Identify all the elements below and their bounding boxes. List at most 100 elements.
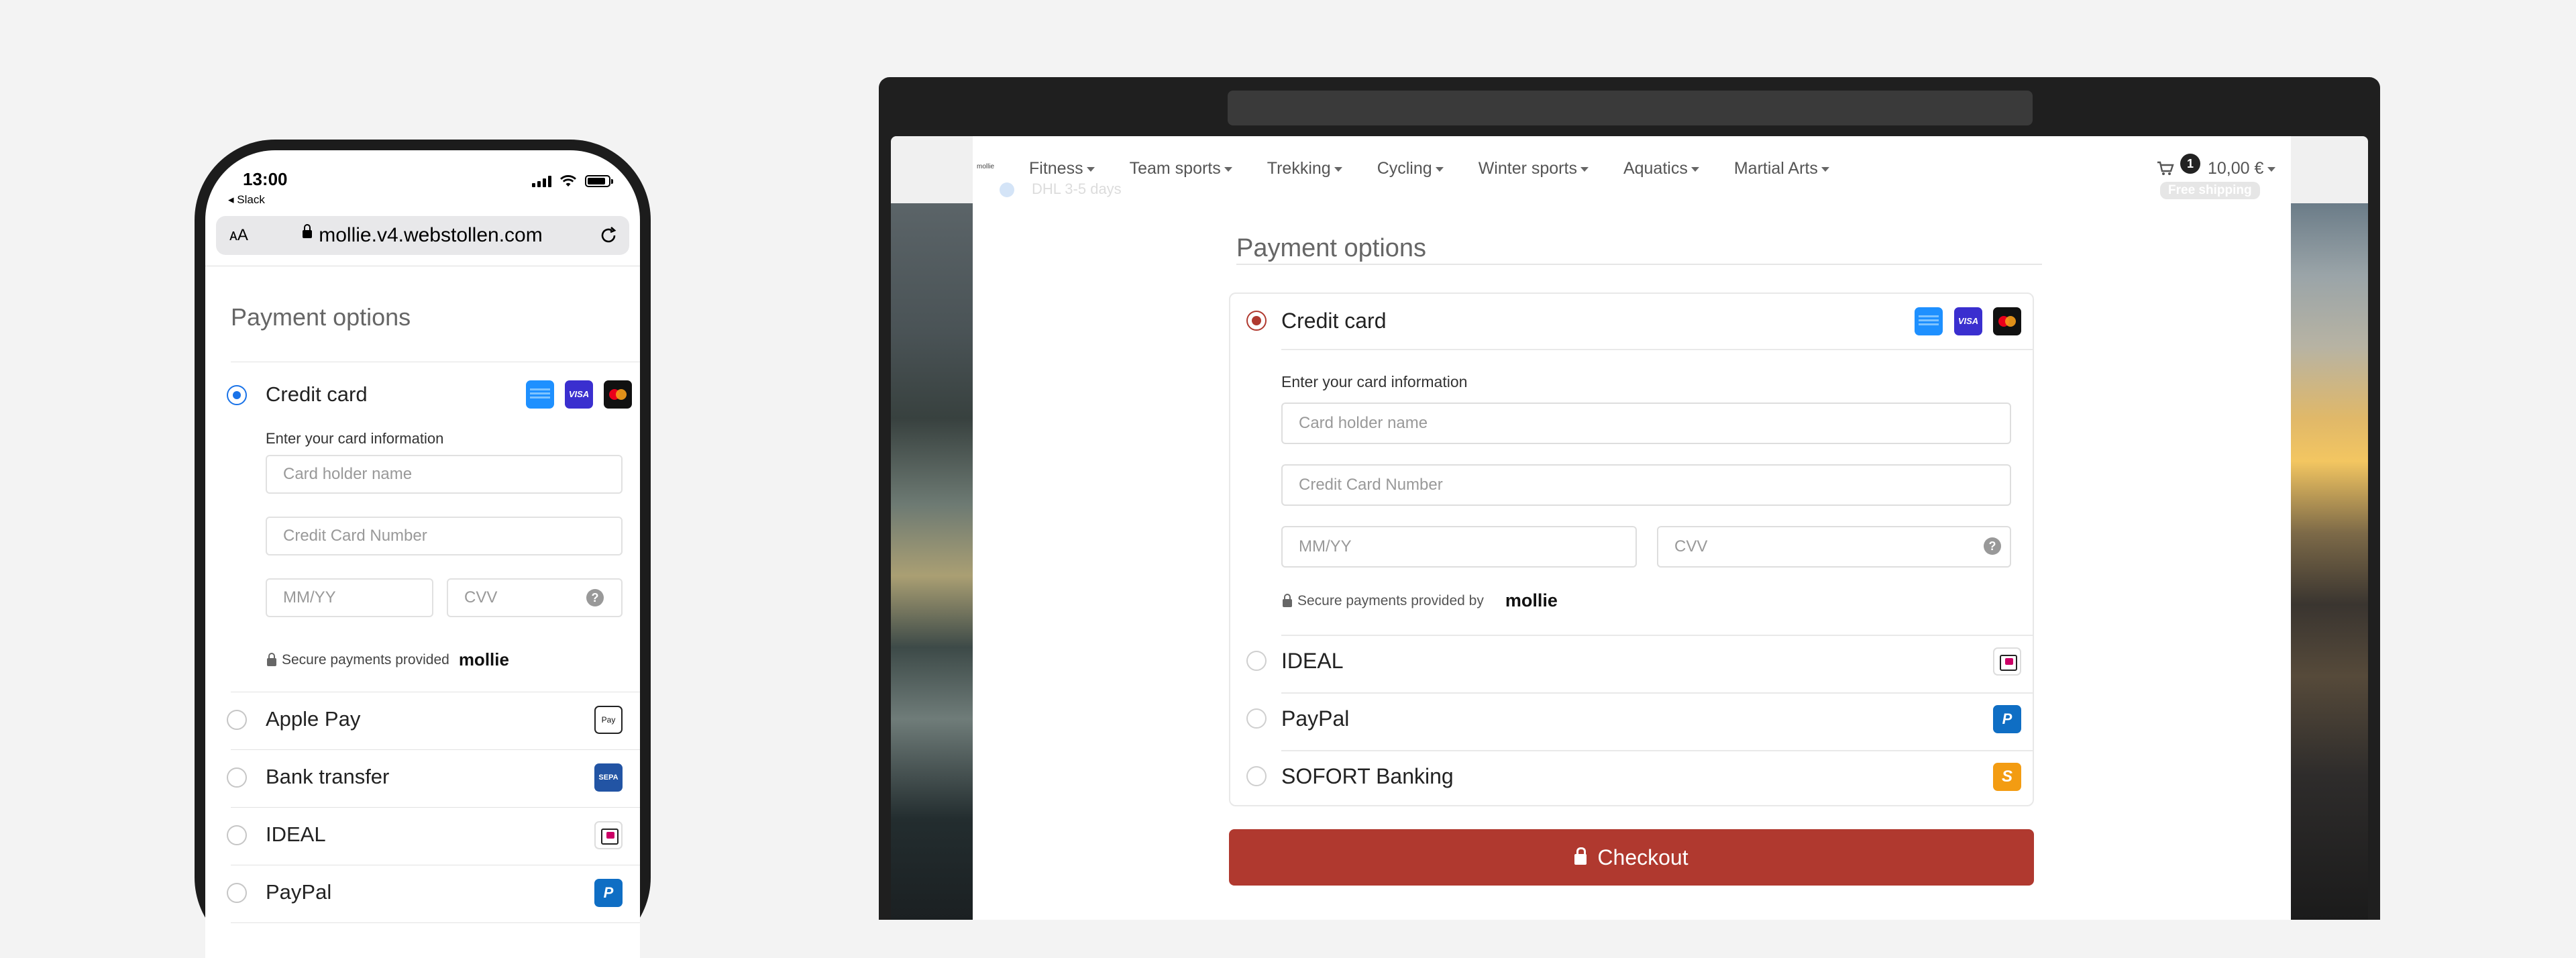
phone-screen: 13:00 ◂ Slack ᴀA mollie.v4.webstollen.co… [205,150,640,958]
battery-icon [585,175,613,187]
caret-down-icon [1224,166,1232,172]
caret-down-icon [1690,166,1699,172]
background-image-left [891,203,973,920]
ideal-radio[interactable] [1246,651,1267,671]
wifi-icon [560,175,576,187]
paypal-radio[interactable] [227,883,247,903]
paypal-label[interactable]: PayPal [266,880,331,904]
secure-text: Secure payments provided by [1297,592,1484,608]
shop-logo[interactable]: mollie [977,163,994,170]
card-number-input[interactable]: Credit Card Number [1281,464,2011,506]
shipping-hint: DHL 3-5 days [1000,180,1122,198]
divider [1281,635,2033,636]
credit-card-radio[interactable] [227,385,247,405]
ideal-icon [1993,647,2021,676]
ideal-radio[interactable] [227,825,247,845]
bank-transfer-radio[interactable] [227,767,247,788]
laptop-address-bar[interactable] [1228,91,2033,125]
nav-item-aquatics[interactable]: Aquatics [1623,159,1699,178]
nav-label: Fitness [1029,159,1083,178]
payment-options-title: Payment options [231,303,411,331]
ideal-label[interactable]: IDEAL [1281,649,1343,674]
caret-down-icon [1334,166,1342,172]
sofort-radio[interactable] [1246,766,1267,786]
nav-item-fitness[interactable]: Fitness [1029,159,1095,178]
caret-down-icon [1821,166,1829,172]
card-number-input[interactable]: Credit Card Number [266,517,623,555]
sepa-icon: SEPA [594,763,623,792]
nav-item-martial-arts[interactable]: Martial Arts [1734,159,1829,178]
url-display[interactable]: mollie.v4.webstollen.com [216,224,629,247]
apple-pay-radio[interactable] [227,710,247,730]
credit-card-radio[interactable] [1246,311,1267,331]
url-text: mollie.v4.webstollen.com [319,224,543,246]
nav-label: Martial Arts [1733,159,1818,178]
divider [231,807,640,808]
divider [231,922,640,923]
checkout-button[interactable]: Checkout [1229,829,2034,886]
cart-total-text: 10,00 € [2208,159,2264,178]
nav-item-winter-sports[interactable]: Winter sports [1479,159,1589,178]
main-navigation: mollie Fitness Team sports Trekking Cycl… [973,136,2291,203]
checkout-label: Checkout [1597,845,1688,869]
sofort-label[interactable]: SOFORT Banking [1281,764,1454,789]
reload-icon[interactable] [598,225,619,246]
card-holder-input[interactable]: Card holder name [1281,403,2011,444]
visa-icon: VISA [1954,307,1982,335]
caret-down-icon [2267,166,2276,172]
nav-label: Winter sports [1478,159,1577,178]
mastercard-icon [1993,307,2021,335]
cart-icon[interactable] [2157,161,2174,176]
divider [231,749,640,750]
nav-label: Team sports [1129,159,1221,178]
browser-address-bar[interactable]: ᴀA mollie.v4.webstollen.com [216,216,629,255]
cart-total[interactable]: 10,00 € [2208,159,2276,178]
shipping-hint-text: DHL 3-5 days [1032,180,1122,197]
laptop-screen: mollie Fitness Team sports Trekking Cycl… [891,136,2368,920]
expiry-input[interactable]: MM/YY [266,578,433,617]
divider [1281,692,2033,694]
paypal-icon: P [594,879,623,907]
bank-transfer-label[interactable]: Bank transfer [266,765,389,789]
secure-payments-note: Secure payments provided by mollie [1283,590,1558,611]
phone-mockup: 13:00 ◂ Slack ᴀA mollie.v4.webstollen.co… [195,140,651,958]
divider [1281,349,2033,350]
cart-count-badge: 1 [2180,154,2200,174]
mastercard-icon [604,380,632,409]
caret-down-icon [1580,166,1589,172]
card-info-label: Enter your card information [1281,373,1468,390]
cvv-help-icon[interactable]: ? [586,589,604,606]
signal-icon [532,175,551,187]
back-to-app-link[interactable]: ◂ Slack [228,193,265,207]
cvv-help-icon[interactable]: ? [1984,537,2001,555]
lock-icon [1574,847,1587,865]
free-shipping-badge: Free shipping [2160,182,2260,199]
credit-card-label[interactable]: Credit card [266,382,368,407]
amex-icon [526,380,554,409]
cvv-input[interactable]: CVV [1657,526,2011,568]
laptop-mockup: mollie Fitness Team sports Trekking Cycl… [879,77,2380,920]
mollie-logo: mollie [458,649,509,670]
caret-down-icon [1435,166,1444,172]
card-info-label: Enter your card information [266,430,444,447]
checkout-page: mollie Fitness Team sports Trekking Cycl… [973,136,2291,920]
nav-item-trekking[interactable]: Trekking [1267,159,1342,178]
lock-icon [267,652,276,666]
nav-menu: Fitness Team sports Trekking Cycling Win… [1029,159,1864,178]
paypal-label[interactable]: PayPal [1281,706,1349,731]
status-icons [532,174,613,188]
background-image-right [2291,203,2368,920]
paypal-radio[interactable] [1246,708,1267,729]
nav-item-cycling[interactable]: Cycling [1377,159,1444,178]
nav-item-team-sports[interactable]: Team sports [1130,159,1232,178]
visa-icon: VISA [565,380,593,409]
shipping-dot-icon [1000,182,1014,198]
nav-label: Cycling [1377,159,1432,178]
ideal-label[interactable]: IDEAL [266,822,326,847]
credit-card-label[interactable]: Credit card [1281,309,1387,333]
expiry-input[interactable]: MM/YY [1281,526,1637,568]
card-holder-input[interactable]: Card holder name [266,455,623,494]
nav-label: Aquatics [1623,159,1688,178]
apple-pay-label[interactable]: Apple Pay [266,707,360,731]
payment-options-title: Payment options [1236,234,1427,262]
